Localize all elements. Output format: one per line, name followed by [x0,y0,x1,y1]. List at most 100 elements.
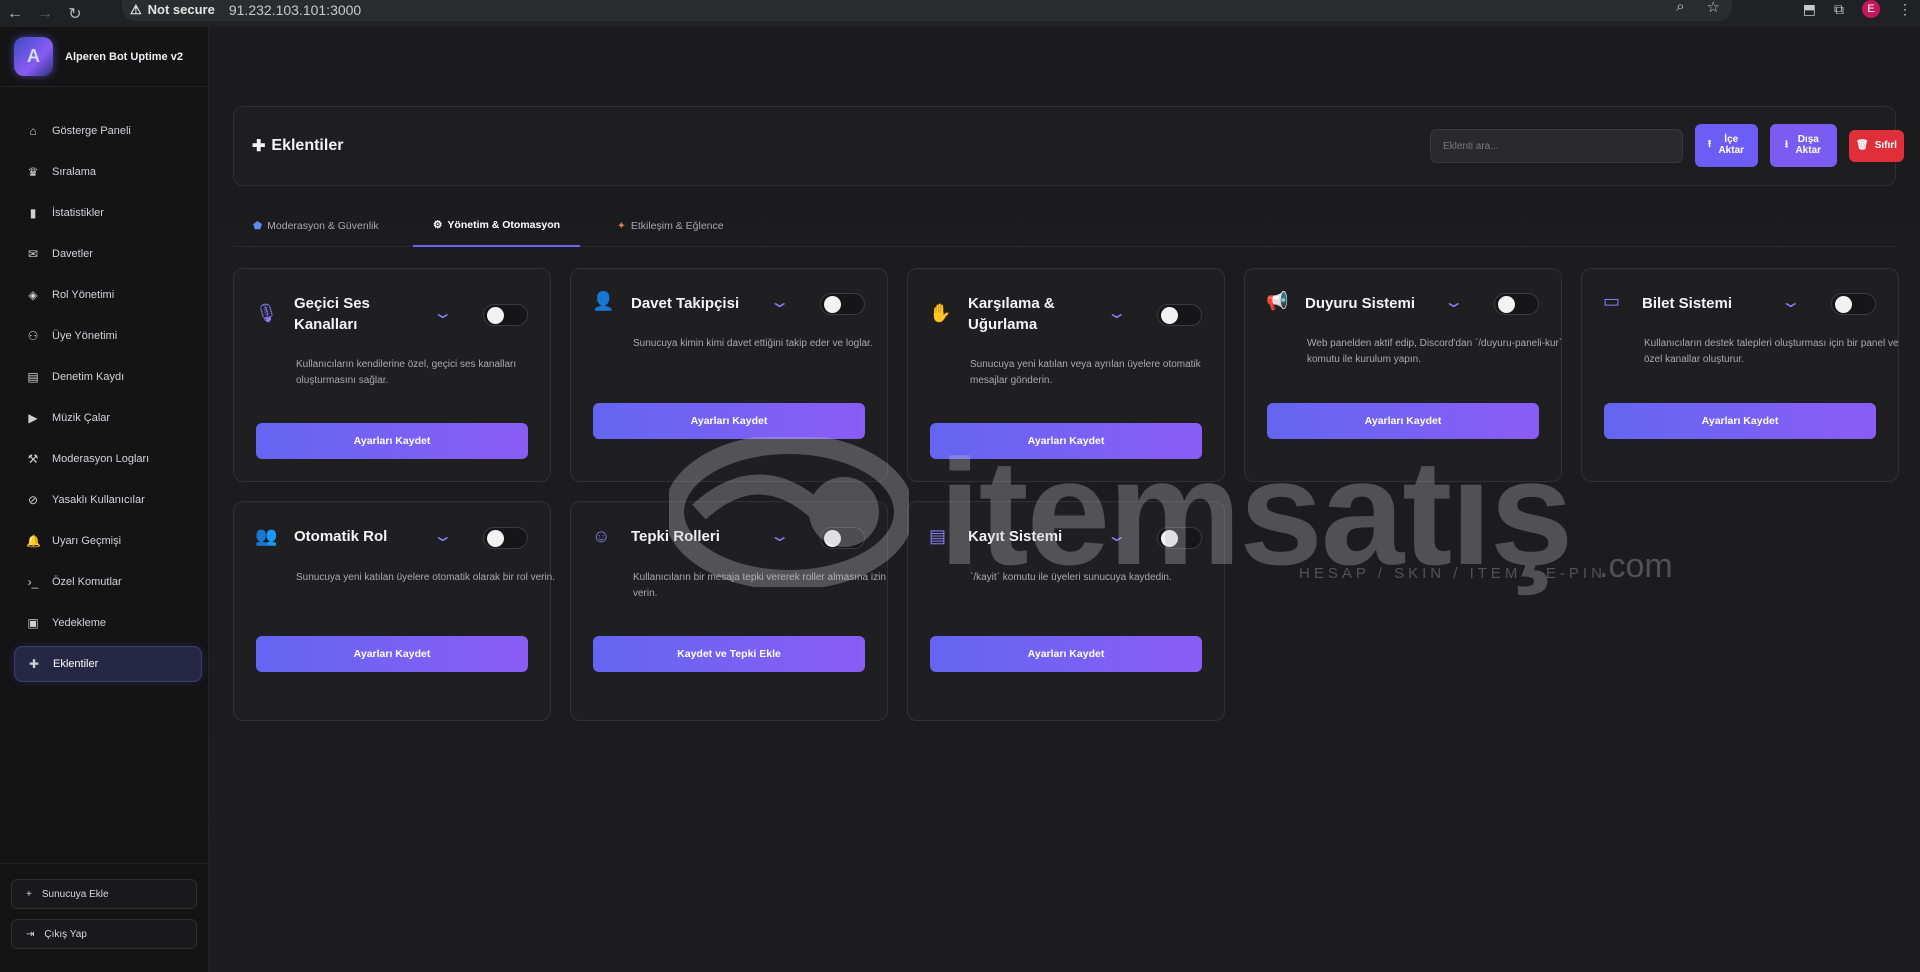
shield-icon: ⬟ [253,220,263,232]
save-settings-button[interactable]: Ayarları Kaydet [593,403,865,439]
sidebar-item[interactable]: ✉ Davetler [14,236,202,272]
extension-icon[interactable]: ⬒ [1803,1,1816,18]
save-settings-button[interactable]: Ayarları Kaydet [256,423,528,459]
zoom-icon[interactable]: ⌕ [1676,0,1684,16]
add-to-server-label: Sunucuya Ekle [41,888,109,900]
sidebar-item[interactable]: ⚒ Moderasyon Logları [14,441,202,477]
chevron-down-icon[interactable]: ⌄ [1443,292,1464,312]
tab-engagement[interactable]: ✦ Etkileşim & Eğlence [597,205,744,247]
plugin-toggle[interactable] [820,293,865,315]
browser-toolbar: ← → ↻ ⚠ Not secure 91.232.103.101:3000 ⌕… [0,0,1920,27]
sidebar-item[interactable]: ▶ Müzik Çalar [14,400,202,436]
tab-management[interactable]: ⚙ Yönetim & Otomasyon [413,205,581,247]
sidebar-item-label: Müzik Çalar [52,412,111,424]
sidebar-item[interactable]: ›_ Özel Komutlar [14,564,202,600]
tab-label: Moderasyon & Güvenlik [267,220,379,232]
sidebar-item[interactable]: ♛ Sıralama [14,154,202,190]
sidebar-item-label: Üye Yönetimi [52,330,118,342]
sidebar-item[interactable]: ▮ İstatistikler [14,195,202,231]
plugin-search-input[interactable] [1430,129,1683,163]
sidebar-item[interactable]: ◈ Rol Yönetimi [14,277,202,313]
plugin-toggle[interactable] [1831,293,1876,315]
sidebar-item[interactable]: ✚ Eklentiler [14,646,202,682]
puzzle-icon: ✚ [252,138,266,155]
puzzle-extensions-icon[interactable]: ⧉ [1834,1,1844,18]
watermark-tagline: HESAP / SKIN / ITEM / E-PIN [1299,565,1606,582]
sidebar-item-label: Yedekleme [52,617,107,629]
reload-icon[interactable]: ↻ [60,0,90,27]
chevron-down-icon[interactable]: ⌄ [1780,292,1801,312]
address-bar[interactable]: ⚠ Not secure 91.232.103.101:3000 ⌕ ☆ [122,0,1732,21]
chevron-down-icon[interactable]: ⌄ [769,526,790,546]
tab-moderation[interactable]: ⬟ Moderasyon & Güvenlik [233,205,399,247]
plugin-toggle[interactable] [483,527,528,549]
plugin-toggle[interactable] [820,527,865,549]
sidebar-item[interactable]: ⚇ Üye Yönetimi [14,318,202,354]
plus-icon: + [26,888,32,900]
save-settings-button[interactable]: Ayarları Kaydet [256,636,528,672]
logout-label: Çıkış Yap [44,928,87,940]
chevron-down-icon[interactable]: ⌄ [769,292,790,312]
plugin-title: Kayıt Sistemi [968,528,1063,545]
sidebar-item-label: Davetler [52,248,93,260]
save-settings-button[interactable]: Kaydet ve Tepki Ekle [593,636,865,672]
chevron-down-icon[interactable]: ⌄ [1106,526,1127,546]
sidebar-item[interactable]: ⌂ Gösterge Paneli [14,113,202,149]
brand[interactable]: Alperen Bot Uptime v2 [0,27,208,87]
plugin-toggle[interactable] [1494,293,1539,315]
sidebar-item-label: Özel Komutlar [52,576,122,588]
plugin-title: Bilet Sistemi [1642,295,1733,312]
reset-button[interactable]: 🗑 Sıfırl [1849,130,1904,162]
security-label: Not secure [147,2,215,17]
sidebar-item[interactable]: 🔔 Uyarı Geçmişi [14,523,202,559]
plugin-toggle[interactable] [1157,527,1202,549]
party-icon: ✦ [617,220,626,232]
chevron-down-icon[interactable]: ⌄ [1106,303,1127,323]
plugin-toggle[interactable] [1157,304,1202,326]
plugin-description: Kullanıcıların bir mesaja tepki vererek … [633,572,886,599]
main-content: ✚ Eklentiler ⭱ İçe Aktar ⭳ Dışa Aktar 🗑 … [209,27,1920,972]
save-settings-button[interactable]: Ayarları Kaydet [1267,403,1539,439]
plugin-card: ▤ Kayıt Sistemi ⌄ `/kayit` komutu ile üyele… [907,501,1225,721]
page-title: ✚ Eklentiler [252,136,343,156]
profile-avatar[interactable]: E [1862,0,1880,18]
import-button[interactable]: ⭱ İçe Aktar [1695,124,1758,167]
export-button[interactable]: ⭳ Dışa Aktar [1770,124,1837,167]
plugin-toggle[interactable] [483,304,528,326]
plugin-title: Duyuru Sistemi [1305,295,1416,312]
plugin-card: 👥 Otomatik Rol ⌄ Sunucuya yeni katılan üyel… [233,501,555,721]
bar-chart-icon: ▮ [29,206,37,220]
plugin-description: Sunucuya yeni katılan üyelere otomatik o… [296,572,556,583]
puzzle-icon: ✚ [28,657,40,671]
url-text[interactable]: 91.232.103.101:3000 [229,0,361,18]
plugin-card: ✋ Karşılama & Uğurlama ⌄ Sunucuya yeni katı… [907,268,1225,482]
masks-icon: ☺ [592,526,611,546]
chevron-down-icon[interactable]: ⌄ [432,526,453,546]
tab-label: Etkileşim & Eğlence [630,220,724,232]
plugin-description: Sunucuya kimin kimi davet ettiğini takip… [633,338,873,349]
save-settings-button[interactable]: Ayarları Kaydet [930,423,1202,459]
sidebar-item-label: İstatistikler [52,207,104,219]
plugin-title: Otomatik Rol [294,528,388,545]
back-icon[interactable]: ← [0,0,30,27]
sidebar-item-label: Uyarı Geçmişi [52,535,122,547]
import-label: İçe Aktar [1718,134,1745,156]
sidebar-item[interactable]: ▣ Yedekleme [14,605,202,641]
bookmark-star-icon[interactable]: ☆ [1707,0,1720,16]
hammer-icon: ⚒ [27,452,39,466]
save-settings-button[interactable]: Ayarları Kaydet [930,636,1202,672]
kebab-menu-icon[interactable]: ⋮ [1898,1,1912,18]
sidebar-item[interactable]: ▤ Denetim Kaydı [14,359,202,395]
chevron-down-icon[interactable]: ⌄ [432,303,453,323]
plugin-card: ☺ Tepki Rolleri ⌄ Kullanıcıların bir mesaja… [570,501,888,721]
play-icon: ▶ [28,411,38,425]
download-icon: ⭳ [1784,139,1789,151]
save-settings-button[interactable]: Ayarları Kaydet [1604,403,1876,439]
upload-icon: ⭱ [1707,139,1712,151]
logout-button[interactable]: ⇥ Çıkış Yap [11,919,197,949]
user-tag-icon: 👥 [255,526,278,546]
sidebar-item[interactable]: ⊘ Yasaklı Kullanıcılar [14,482,202,518]
security-indicator[interactable]: ⚠ Not secure [130,0,215,18]
add-to-server-button[interactable]: + Sunucuya Ekle [11,879,197,909]
forward-icon[interactable]: → [30,0,60,27]
